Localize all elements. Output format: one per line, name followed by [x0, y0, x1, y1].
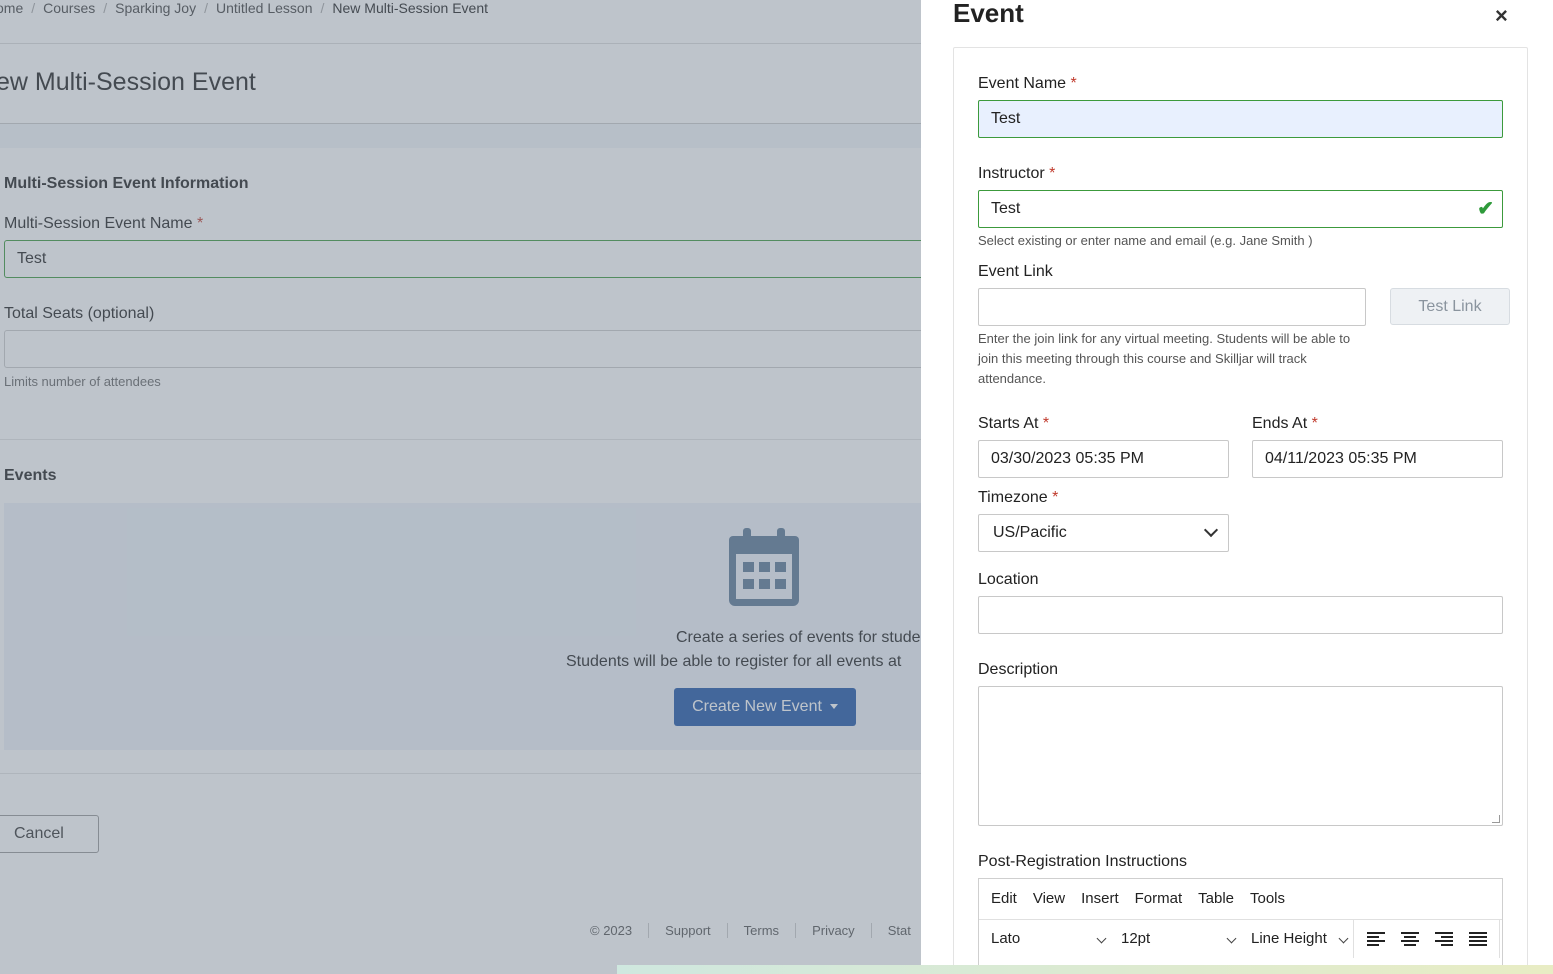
- rich-text-editor[interactable]: Edit View Insert Format Table Tools Lato 12pt…: [978, 878, 1503, 974]
- event-link-help: Enter the join link for any virtual meet…: [978, 331, 1351, 386]
- font-family-select[interactable]: Lato: [991, 920, 1109, 958]
- location-input[interactable]: [978, 596, 1503, 634]
- chevron-down-icon: [1203, 522, 1219, 538]
- align-center-icon[interactable]: [1401, 931, 1419, 947]
- menu-view[interactable]: View: [1033, 890, 1065, 907]
- align-right-icon[interactable]: [1435, 931, 1453, 947]
- instructor-input[interactable]: Test ✔: [978, 190, 1503, 228]
- event-form-panel: [953, 47, 1528, 974]
- instructor-help: Select existing or enter name and email …: [978, 233, 1313, 248]
- timezone-label: Timezone *: [978, 489, 1059, 506]
- resize-handle-icon[interactable]: [1492, 815, 1500, 823]
- menu-format[interactable]: Format: [1135, 890, 1183, 907]
- toolbar-divider: [1499, 920, 1500, 958]
- line-height-select[interactable]: Line Height: [1251, 920, 1349, 958]
- menu-tools[interactable]: Tools: [1250, 890, 1285, 907]
- starts-at-input[interactable]: 03/30/2023 05:35 PM: [978, 440, 1229, 478]
- close-icon[interactable]: ×: [1495, 3, 1508, 29]
- ends-at-label: Ends At *: [1252, 415, 1318, 432]
- toolbar-divider: [1353, 920, 1354, 958]
- description-textarea[interactable]: [978, 686, 1503, 826]
- starts-at-label: Starts At *: [978, 415, 1050, 432]
- test-link-button[interactable]: Test Link: [1390, 288, 1510, 325]
- event-name-label: Event Name *: [978, 75, 1077, 92]
- align-left-icon[interactable]: [1367, 931, 1385, 947]
- instructor-label: Instructor *: [978, 165, 1056, 182]
- location-label: Location: [978, 571, 1039, 588]
- os-menubar-strip: [617, 965, 1553, 974]
- menu-table[interactable]: Table: [1198, 890, 1234, 907]
- chevron-down-icon: [1226, 933, 1237, 944]
- description-label: Description: [978, 661, 1059, 678]
- chevron-down-icon: [1096, 933, 1107, 944]
- timezone-select[interactable]: US/Pacific: [978, 514, 1229, 552]
- align-justify-icon[interactable]: [1469, 931, 1487, 947]
- modal-backdrop[interactable]: [0, 0, 921, 974]
- menu-insert[interactable]: Insert: [1081, 890, 1119, 907]
- event-name-input[interactable]: Test: [978, 100, 1503, 138]
- chevron-down-icon: [1338, 933, 1349, 944]
- event-link-input[interactable]: [978, 288, 1366, 326]
- font-size-select[interactable]: 12pt: [1121, 920, 1239, 958]
- check-icon: ✔: [1477, 198, 1494, 220]
- editor-menubar: Edit View Insert Format Table Tools: [979, 879, 1502, 919]
- post-registration-label: Post-Registration Instructions: [978, 853, 1187, 870]
- editor-toolbar: Lato 12pt Line Height: [979, 919, 1502, 958]
- event-link-label: Event Link: [978, 263, 1053, 280]
- ends-at-input[interactable]: 04/11/2023 05:35 PM: [1252, 440, 1503, 478]
- drawer-title: Event: [953, 0, 1024, 28]
- event-drawer: Event × Event Name * Test Instructor * T…: [921, 0, 1553, 974]
- menu-edit[interactable]: Edit: [991, 890, 1017, 907]
